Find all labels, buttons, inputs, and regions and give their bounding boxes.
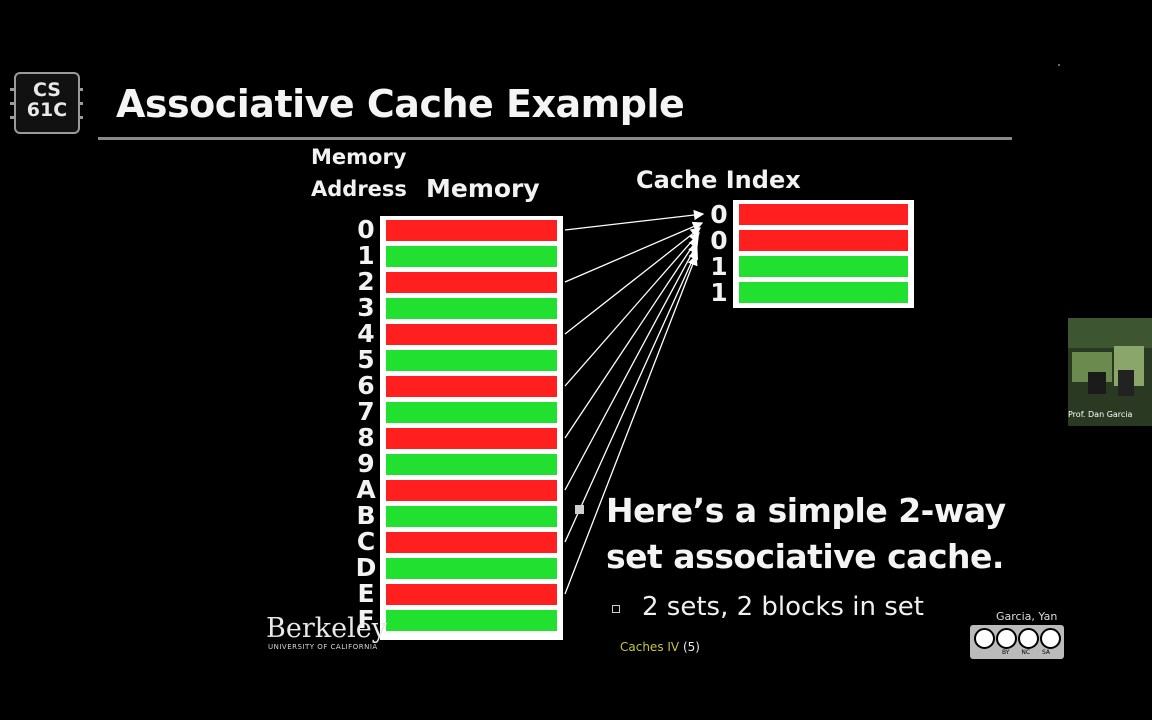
- footer-page-number: (5): [682, 640, 700, 654]
- nc-icon: [1018, 628, 1039, 649]
- cc-license-labels: BY NC SA: [1002, 649, 1050, 656]
- mapping-arrow: [564, 232, 700, 387]
- mapping-arrow: [564, 227, 702, 335]
- authors: Garcia, Yan: [996, 610, 1058, 623]
- footer-topic: Caches IV (5): [620, 639, 700, 655]
- mapping-arrows: [564, 209, 705, 595]
- bullet-marker: [575, 505, 584, 514]
- mapping-arrow: [564, 236, 699, 439]
- cc-license-badge: BY NC SA: [970, 625, 1064, 659]
- speaker-video-thumbnail: Prof. Dan Garcia: [1068, 318, 1152, 426]
- mapping-arrow: [564, 209, 705, 231]
- sa-icon: [1040, 628, 1061, 649]
- sub-bullet-text: 2 sets, 2 blocks in set: [642, 592, 924, 622]
- berkeley-wordmark: Berkeley: [266, 613, 387, 644]
- berkeley-subtitle: UNIVERSITY OF CALIFORNIA: [268, 643, 378, 651]
- video-caption: Prof. Dan Garcia: [1068, 410, 1133, 419]
- sub-bullet-marker: [612, 605, 620, 613]
- mapping-arrow: [564, 242, 698, 491]
- footer-topic-label: Caches IV: [620, 640, 680, 654]
- cc-icon: [974, 628, 995, 649]
- by-icon: [996, 628, 1017, 649]
- bullet-text: Here’s a simple 2-way set associative ca…: [606, 491, 1006, 576]
